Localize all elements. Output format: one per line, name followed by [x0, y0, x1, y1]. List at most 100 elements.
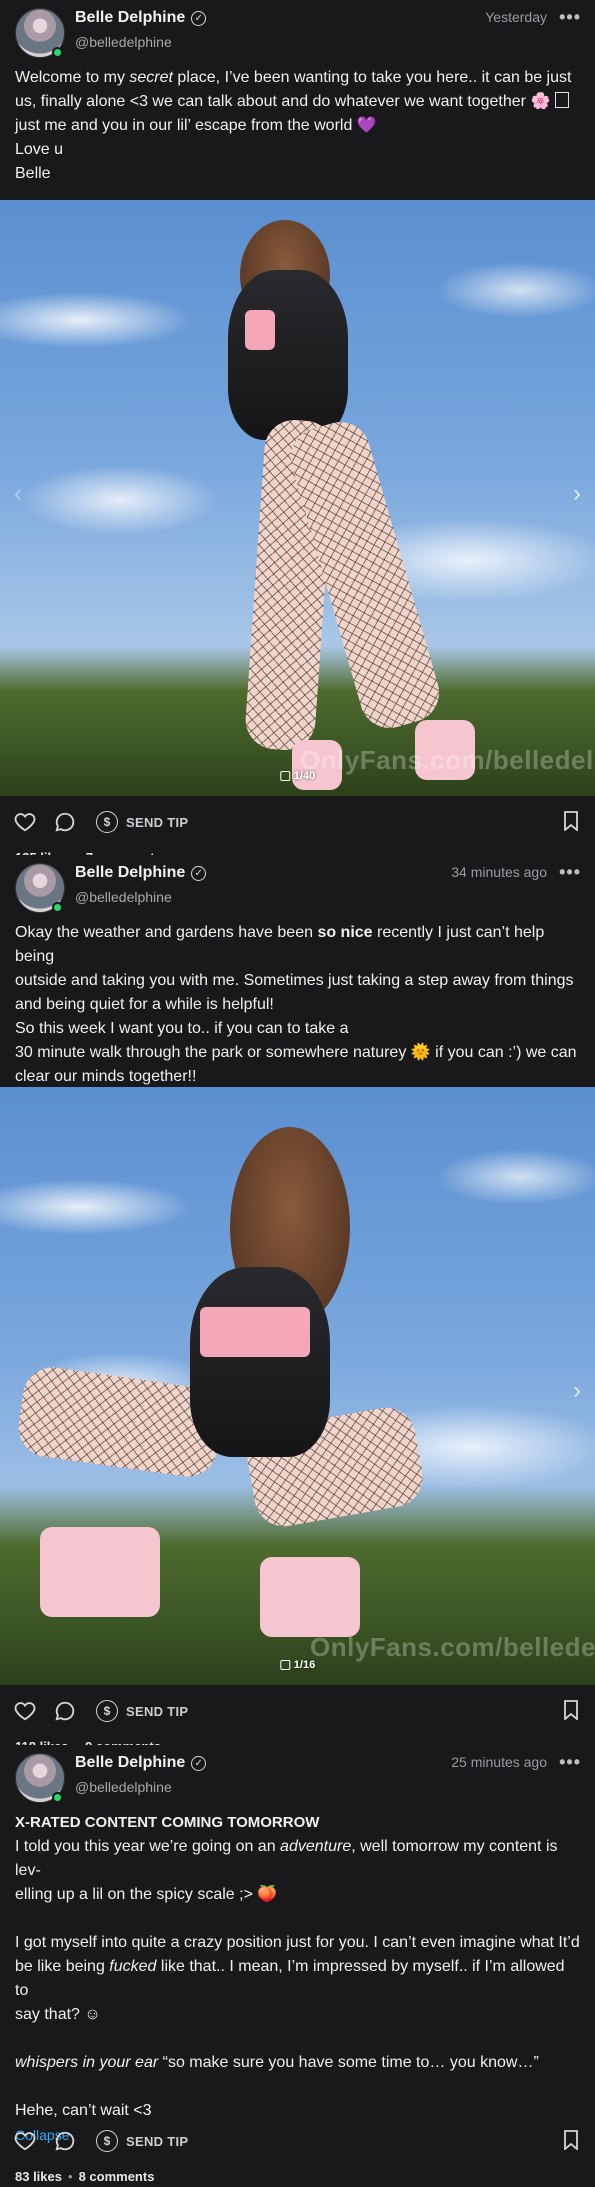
- display-name[interactable]: Belle Delphine: [75, 9, 185, 27]
- more-options-icon[interactable]: •••: [559, 1752, 581, 1773]
- post-text: Welcome to my secret place, I’ve been wa…: [0, 62, 595, 186]
- post-text-line: Love u: [15, 141, 64, 158]
- prev-media-arrow-icon[interactable]: ‹: [14, 480, 22, 508]
- post-actions: $ SEND TIP: [0, 796, 595, 846]
- post-text-emphasis: adventure: [280, 1838, 352, 1855]
- more-options-icon[interactable]: •••: [559, 862, 581, 883]
- comment-bubble-icon[interactable]: [54, 1700, 76, 1722]
- flower-emoji: 🌸: [530, 93, 551, 110]
- comment-bubble-icon[interactable]: [54, 2130, 76, 2152]
- verified-badge-icon: ✓: [191, 1755, 207, 1771]
- post-text-line: clear our minds together!!: [15, 1068, 197, 1085]
- display-name[interactable]: Belle Delphine: [75, 1754, 185, 1772]
- peach-emoji: 🍑: [257, 1886, 278, 1903]
- like-heart-icon[interactable]: [14, 2130, 36, 2152]
- media-watermark: OnlyFans.com/belledelphine: [300, 745, 595, 775]
- online-status-dot: [52, 1792, 63, 1803]
- post-text-segment: 30 minute walk through the park or somew…: [15, 1044, 411, 1061]
- figure-left-shoe: [40, 1527, 160, 1617]
- post-header: Belle Delphine ✓ @belledelphine Yesterda…: [0, 0, 595, 62]
- stats-separator: •: [68, 2168, 73, 2184]
- post-actions: $ SEND TIP: [0, 1685, 595, 1735]
- post-heading: X-RATED CONTENT COMING TOMORROW: [15, 1814, 320, 1831]
- figure-pink-top: [200, 1307, 310, 1357]
- post-card: Belle Delphine ✓ @belledelphine 25 minut…: [0, 1745, 595, 2187]
- media-counter-value: 1/16: [293, 1659, 316, 1671]
- post-text-segment: place, I’ve been wanting to take you her…: [172, 69, 572, 86]
- dollar-coin-icon: $: [96, 1700, 118, 1722]
- username[interactable]: @belledelphine: [75, 1779, 172, 1795]
- purple-heart-emoji: 💜: [356, 117, 377, 134]
- comment-bubble-icon[interactable]: [54, 811, 76, 833]
- post-text-segment: “so make sure you have some time to… you…: [158, 2054, 539, 2071]
- post-text-line: outside and taking you with me. Sometime…: [15, 972, 574, 989]
- post-header: Belle Delphine ✓ @belledelphine 34 minut…: [0, 855, 595, 917]
- post-text: Okay the weather and gardens have been s…: [0, 917, 595, 1089]
- send-tip-label: SEND TIP: [126, 2133, 189, 2149]
- post-text-line: I got myself into quite a crazy position…: [15, 1934, 580, 1951]
- post-media[interactable]: › ‹ OnlyFans.com/belledelphine 1/40: [0, 200, 595, 796]
- username[interactable]: @belledelphine: [75, 34, 172, 50]
- post-text-segment: us, finally alone <3 we can talk about a…: [15, 93, 531, 110]
- post-media[interactable]: › OnlyFans.com/belledelphine 1/16: [0, 1087, 595, 1685]
- figure-torso: [228, 270, 348, 440]
- post-text: X-RATED CONTENT COMING TOMORROW I told y…: [0, 1807, 595, 2123]
- verified-badge-icon: ✓: [191, 10, 207, 26]
- figure-right-shoe: [260, 1557, 360, 1637]
- next-media-arrow-icon[interactable]: ›: [573, 1377, 581, 1405]
- post-text-spacer: [15, 2027, 580, 2051]
- image-counter-icon: [279, 1660, 290, 1670]
- media-counter-value: 1/40: [293, 770, 316, 782]
- post-text-segment: just me and you in our lil’ escape from …: [15, 117, 357, 134]
- post-text-line: and being quiet for a while is helpful!: [15, 996, 274, 1013]
- post-text-segment: I told you this year we’re going on an: [15, 1838, 281, 1855]
- comments-count[interactable]: 8 comments: [79, 2169, 155, 2184]
- media-counter: 1/16: [279, 1659, 316, 1671]
- post-text-spacer: [15, 1907, 580, 1931]
- post-text-emphasis: secret: [129, 69, 173, 86]
- figure-pink-top: [245, 310, 275, 350]
- bookmark-icon[interactable]: [563, 1700, 579, 1720]
- next-media-arrow-icon[interactable]: ›: [573, 480, 581, 508]
- media-counter: 1/40: [279, 770, 316, 782]
- post-card: Belle Delphine ✓ @belledelphine 34 minut…: [0, 855, 595, 1754]
- post-text-line: So this week I want you to.. if you can …: [15, 1020, 349, 1037]
- post-text-spacer: [15, 2075, 580, 2099]
- image-counter-icon: [279, 771, 290, 781]
- verified-badge-icon: ✓: [191, 865, 207, 881]
- post-timestamp[interactable]: Yesterday: [485, 9, 547, 25]
- like-heart-icon[interactable]: [14, 811, 36, 833]
- dollar-coin-icon: $: [96, 811, 118, 833]
- like-heart-icon[interactable]: [14, 1700, 36, 1722]
- post-text-segment: elling up a lil on the spicy scale ;>: [15, 1886, 258, 1903]
- post-text-segment: if you can :’) we can: [430, 1044, 577, 1061]
- online-status-dot: [52, 47, 63, 58]
- post-text-bold: so nice: [317, 924, 373, 941]
- post-card: Belle Delphine ✓ @belledelphine Yesterda…: [0, 0, 595, 865]
- send-tip-button[interactable]: $ SEND TIP: [96, 2130, 188, 2152]
- post-text-line: Belle: [15, 165, 51, 182]
- send-tip-label: SEND TIP: [126, 814, 189, 830]
- post-stats: 83 likes • 8 comments: [0, 2165, 595, 2187]
- more-options-icon[interactable]: •••: [559, 7, 581, 28]
- online-status-dot: [52, 902, 63, 913]
- display-name[interactable]: Belle Delphine: [75, 864, 185, 882]
- send-tip-button[interactable]: $ SEND TIP: [96, 1700, 188, 1722]
- post-text-emphasis: fucked: [109, 1958, 157, 1975]
- post-timestamp[interactable]: 25 minutes ago: [451, 1754, 547, 1770]
- send-tip-button[interactable]: $ SEND TIP: [96, 811, 188, 833]
- missing-glyph-icon: [554, 92, 569, 108]
- post-header: Belle Delphine ✓ @belledelphine 25 minut…: [0, 1745, 595, 1807]
- username[interactable]: @belledelphine: [75, 889, 172, 905]
- post-text-line: say that? ☺: [15, 2006, 101, 2023]
- post-text-segment: Welcome to my: [15, 69, 130, 86]
- likes-count[interactable]: 83 likes: [15, 2169, 62, 2184]
- post-timestamp[interactable]: 34 minutes ago: [451, 864, 547, 880]
- bookmark-icon[interactable]: [563, 811, 579, 831]
- post-actions: $ SEND TIP: [0, 2115, 595, 2165]
- sun-emoji: 🌞: [410, 1044, 431, 1061]
- post-text-segment: Okay the weather and gardens have been: [15, 924, 318, 941]
- figure-torso: [190, 1267, 330, 1457]
- media-watermark: OnlyFans.com/belledelphine: [310, 1632, 595, 1662]
- bookmark-icon[interactable]: [563, 2130, 579, 2150]
